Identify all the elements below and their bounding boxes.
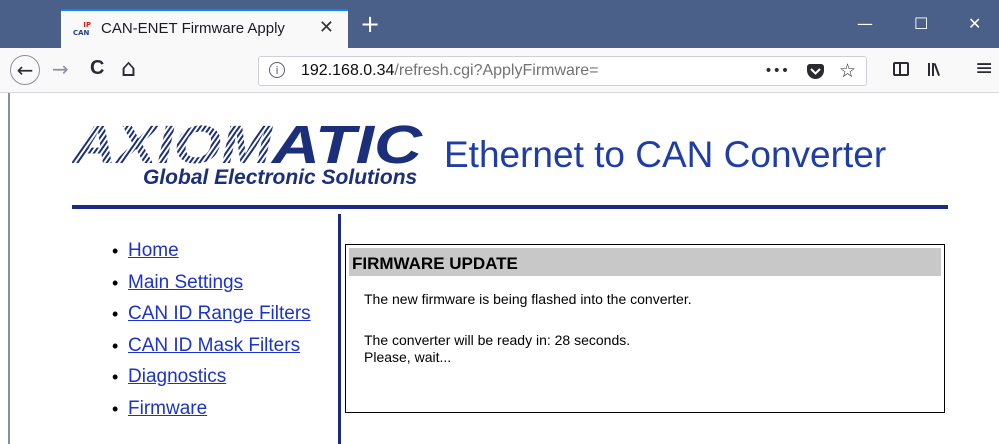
new-tab-button[interactable]: + bbox=[360, 12, 380, 36]
firmware-countdown-text: The converter will be ready in: 28 secon… bbox=[364, 332, 631, 348]
library-icon[interactable] bbox=[927, 61, 945, 77]
nav-link-diagnostics[interactable]: Diagnostics bbox=[128, 366, 226, 387]
nav-item-diagnostics: Diagnostics bbox=[112, 364, 311, 396]
firmware-wait-text: Please, wait... bbox=[364, 349, 452, 365]
bookmark-star-icon[interactable]: ☆ bbox=[839, 60, 856, 82]
home-button[interactable]: ⌂ bbox=[121, 54, 136, 82]
reload-button[interactable]: C bbox=[90, 57, 104, 80]
url-bar[interactable]: i 192.168.0.34/refresh.cgi?ApplyFirmware… bbox=[258, 56, 867, 86]
browser-titlebar: IP CAN CAN-ENET Firmware Apply ✕ + — ☐ ✕ bbox=[0, 0, 999, 48]
page-left-border bbox=[8, 93, 10, 444]
firmware-update-panel: FIRMWARE UPDATE The new firmware is bein… bbox=[345, 244, 945, 413]
nav-item-mask-filters: CAN ID Mask Filters bbox=[112, 333, 311, 365]
tab-close-icon[interactable]: ✕ bbox=[319, 17, 334, 38]
site-info-icon[interactable]: i bbox=[269, 62, 285, 78]
tab-active-indicator bbox=[61, 9, 348, 11]
sidebar-icon[interactable] bbox=[893, 62, 909, 76]
firmware-panel-title: FIRMWARE UPDATE bbox=[352, 254, 518, 273]
close-window-button[interactable]: ✕ bbox=[968, 14, 981, 33]
firmware-status-text: The new firmware is being flashed into t… bbox=[364, 291, 692, 307]
url-text[interactable]: 192.168.0.34/refresh.cgi?ApplyFirmware= bbox=[301, 62, 599, 80]
nav-link-firmware[interactable]: Firmware bbox=[128, 398, 207, 419]
browser-tab[interactable]: IP CAN CAN-ENET Firmware Apply ✕ bbox=[61, 9, 348, 48]
header-divider bbox=[72, 205, 948, 209]
maximize-button[interactable]: ☐ bbox=[914, 14, 928, 33]
nav-link-main-settings[interactable]: Main Settings bbox=[128, 272, 243, 293]
tab-title: CAN-ENET Firmware Apply bbox=[101, 20, 285, 37]
url-host: 192.168.0.34 bbox=[301, 62, 395, 79]
nav-link-home[interactable]: Home bbox=[128, 240, 179, 261]
minimize-button[interactable]: — bbox=[857, 14, 873, 33]
back-button[interactable]: ← bbox=[10, 55, 40, 85]
nav-item-firmware: Firmware bbox=[112, 396, 311, 428]
can-ip-favicon-icon: IP CAN bbox=[73, 21, 91, 37]
nav-item-home: Home bbox=[112, 238, 311, 270]
page-actions-button[interactable]: ••• bbox=[764, 63, 789, 79]
browser-toolbar: ← → C ⌂ i 192.168.0.34/refresh.cgi?Apply… bbox=[0, 48, 999, 93]
nav-item-main-settings: Main Settings bbox=[112, 270, 311, 302]
menu-button[interactable]: ≡ bbox=[975, 56, 993, 81]
nav-link-range-filters[interactable]: CAN ID Range Filters bbox=[128, 303, 311, 324]
forward-button[interactable]: → bbox=[52, 57, 69, 81]
nav-item-range-filters: CAN ID Range Filters bbox=[112, 301, 311, 333]
page-title: Ethernet to CAN Converter bbox=[444, 134, 887, 175]
nav-menu: Home Main Settings CAN ID Range Filters … bbox=[112, 238, 311, 428]
pocket-icon[interactable] bbox=[806, 64, 824, 79]
url-path: /refresh.cgi?ApplyFirmware= bbox=[394, 62, 599, 79]
url-actions: ••• ☆ bbox=[764, 60, 856, 82]
logo-subtitle: Global Electronic Solutions bbox=[143, 166, 418, 189]
nav-divider bbox=[338, 214, 341, 444]
sidebar-icon-divider bbox=[899, 64, 901, 74]
nav-link-mask-filters[interactable]: CAN ID Mask Filters bbox=[128, 335, 300, 356]
firmware-panel-header: FIRMWARE UPDATE bbox=[349, 248, 941, 276]
